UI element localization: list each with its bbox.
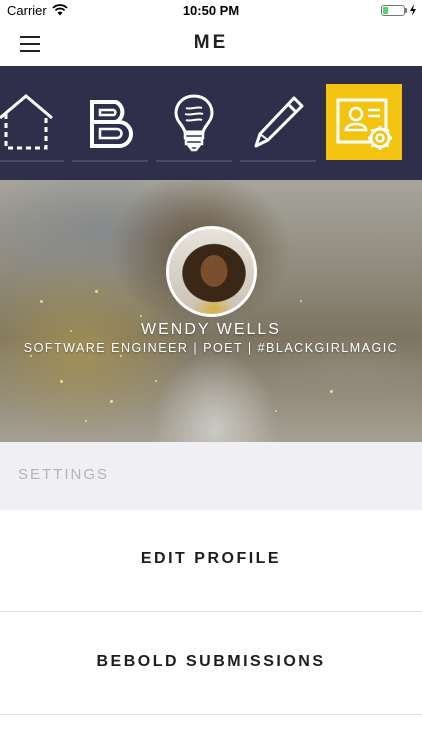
profile-name: WENDY WELLS bbox=[141, 321, 281, 338]
tab-underline bbox=[0, 160, 64, 162]
battery-tip bbox=[405, 8, 407, 13]
tab-bebold[interactable] bbox=[72, 84, 148, 162]
tab-profile-settings[interactable] bbox=[326, 84, 402, 160]
pen-icon bbox=[254, 96, 304, 148]
tab-underline bbox=[156, 160, 232, 162]
charging-bolt-icon bbox=[410, 4, 416, 16]
home-icon bbox=[0, 94, 53, 150]
bebold-b-icon bbox=[90, 100, 133, 148]
status-bar: Carrier 10:50 PM bbox=[0, 0, 422, 22]
settings-section-header: SETTINGS bbox=[0, 442, 422, 510]
lightbulb-icon bbox=[174, 94, 214, 152]
tab-write[interactable] bbox=[240, 84, 316, 162]
battery-icon bbox=[381, 5, 405, 16]
icon-toolbar bbox=[0, 66, 422, 180]
page-title: ME bbox=[193, 32, 229, 53]
bebold-submissions-button[interactable]: BEBOLD SUBMISSIONS bbox=[0, 613, 422, 715]
profile-hero: WENDY WELLS SOFTWARE ENGINEER | POET | #… bbox=[0, 180, 422, 442]
settings-label: SETTINGS bbox=[18, 466, 110, 483]
avatar[interactable] bbox=[166, 226, 257, 317]
tab-ideas[interactable] bbox=[156, 84, 232, 162]
edit-profile-label: EDIT PROFILE bbox=[140, 550, 282, 567]
battery-level bbox=[383, 7, 388, 14]
clock: 10:50 PM bbox=[182, 3, 240, 18]
bebold-submissions-label: BEBOLD SUBMISSIONS bbox=[96, 653, 326, 670]
tab-underline bbox=[240, 160, 316, 162]
profile-bio: SOFTWARE ENGINEER | POET | #BLACKGIRLMAG… bbox=[23, 341, 399, 355]
tab-underline bbox=[72, 160, 148, 162]
tab-home[interactable] bbox=[0, 84, 64, 162]
profile-settings-icon bbox=[336, 98, 392, 150]
nav-bar: ME bbox=[0, 22, 422, 66]
edit-profile-button[interactable]: EDIT PROFILE bbox=[0, 510, 422, 612]
